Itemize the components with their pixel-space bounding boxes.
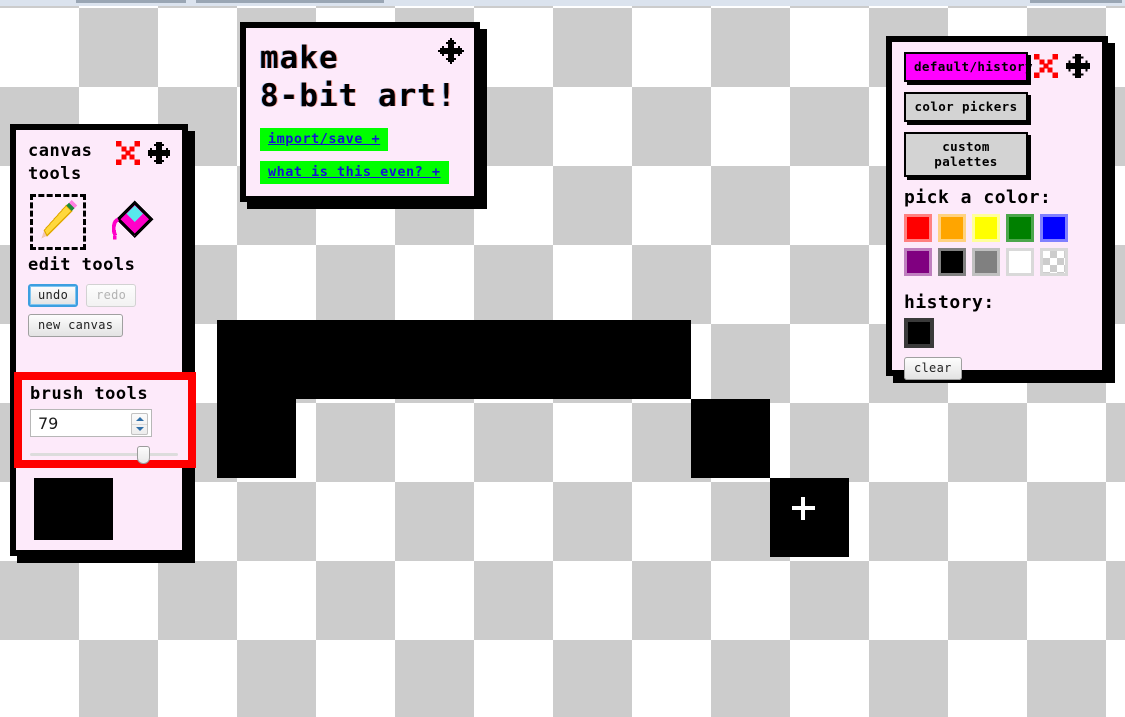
brush-size-input[interactable]: 79: [30, 409, 152, 437]
swatch-red[interactable]: [904, 214, 932, 242]
painted-pixel[interactable]: [217, 399, 296, 478]
redo-button: redo: [86, 283, 137, 307]
swatch-blue[interactable]: [1040, 214, 1068, 242]
history-swatch-grid: [904, 318, 1090, 348]
brush-color-preview: [34, 478, 113, 540]
swatch-transparent[interactable]: [1040, 248, 1068, 276]
swatch-yellow[interactable]: [972, 214, 1000, 242]
canvas-tools-panel: canvas tools edit tools undo redo new ca…: [10, 124, 196, 556]
title-panel-icons: [438, 38, 464, 68]
pencil-tool[interactable]: [30, 193, 86, 250]
edit-tools-heading: edit tools: [28, 254, 136, 275]
browser-tab-stub: [1030, 0, 1122, 3]
history-heading: history:: [904, 292, 995, 313]
undo-button[interactable]: undo: [28, 283, 79, 307]
brush-size-value: 79: [38, 414, 59, 433]
app-title-line1: make: [260, 40, 339, 76]
browser-tab-stub: [196, 0, 384, 3]
history-swatch[interactable]: [904, 318, 934, 348]
tab-custom-palettes[interactable]: custom palettes: [904, 132, 1028, 177]
swatch-black[interactable]: [938, 248, 966, 276]
swatch-gray[interactable]: [972, 248, 1000, 276]
brush-size-stepper[interactable]: [131, 413, 148, 435]
swatch-orange[interactable]: [938, 214, 966, 242]
move-arrows-icon[interactable]: [438, 38, 464, 68]
what-is-this-link[interactable]: what is this even? +: [260, 160, 449, 184]
painted-pixel[interactable]: [691, 399, 770, 478]
slider-track: [30, 453, 178, 456]
pick-a-color-heading: pick a color:: [904, 187, 1052, 208]
tab-default-history[interactable]: default/history: [904, 52, 1032, 82]
stepper-down[interactable]: [132, 423, 147, 435]
color-swatch-grid: [904, 214, 1090, 276]
new-canvas-row: new canvas: [28, 313, 170, 337]
close-x-icon[interactable]: [1034, 54, 1058, 82]
app-title-line2: 8-bit art!: [260, 77, 457, 114]
title-panel-links: import/save + what is this even? +: [260, 118, 460, 184]
swatch-white[interactable]: [1006, 248, 1034, 276]
brush-tools-section: brush tools 79: [14, 372, 196, 468]
painted-pixel[interactable]: [217, 320, 691, 399]
palette-panel-icons: [1034, 52, 1092, 84]
tool-buttons-row: [30, 193, 170, 250]
palette-panel: default/history color pickers custom pal…: [886, 36, 1108, 380]
title-panel: make 8-bit art! import/save + what is th…: [240, 22, 480, 202]
swatch-green[interactable]: [1006, 214, 1034, 242]
close-x-icon[interactable]: [116, 141, 140, 169]
app-title: make 8-bit art!: [260, 40, 460, 116]
painted-pixel[interactable]: [770, 478, 849, 557]
clear-history-button[interactable]: clear: [904, 357, 962, 380]
stepper-up[interactable]: [132, 414, 147, 424]
new-canvas-button[interactable]: new canvas: [28, 313, 124, 337]
tab-color-pickers[interactable]: color pickers: [904, 92, 1028, 122]
edit-tools-buttons: undo redo: [28, 283, 170, 307]
move-arrows-icon[interactable]: [1064, 52, 1092, 84]
canvas-tools-panel-icons: [116, 140, 172, 170]
move-arrows-icon[interactable]: [146, 140, 172, 170]
paint-bucket-tool[interactable]: [104, 194, 160, 250]
browser-chrome-strip: [0, 0, 1125, 6]
slider-thumb[interactable]: [137, 446, 150, 464]
app-root: make 8-bit art! import/save + what is th…: [0, 0, 1125, 717]
import-save-link[interactable]: import/save +: [260, 127, 389, 151]
browser-tab-stub: [76, 0, 186, 3]
brush-tools-heading: brush tools: [30, 384, 149, 404]
brush-size-slider[interactable]: [30, 446, 178, 464]
swatch-purple[interactable]: [904, 248, 932, 276]
